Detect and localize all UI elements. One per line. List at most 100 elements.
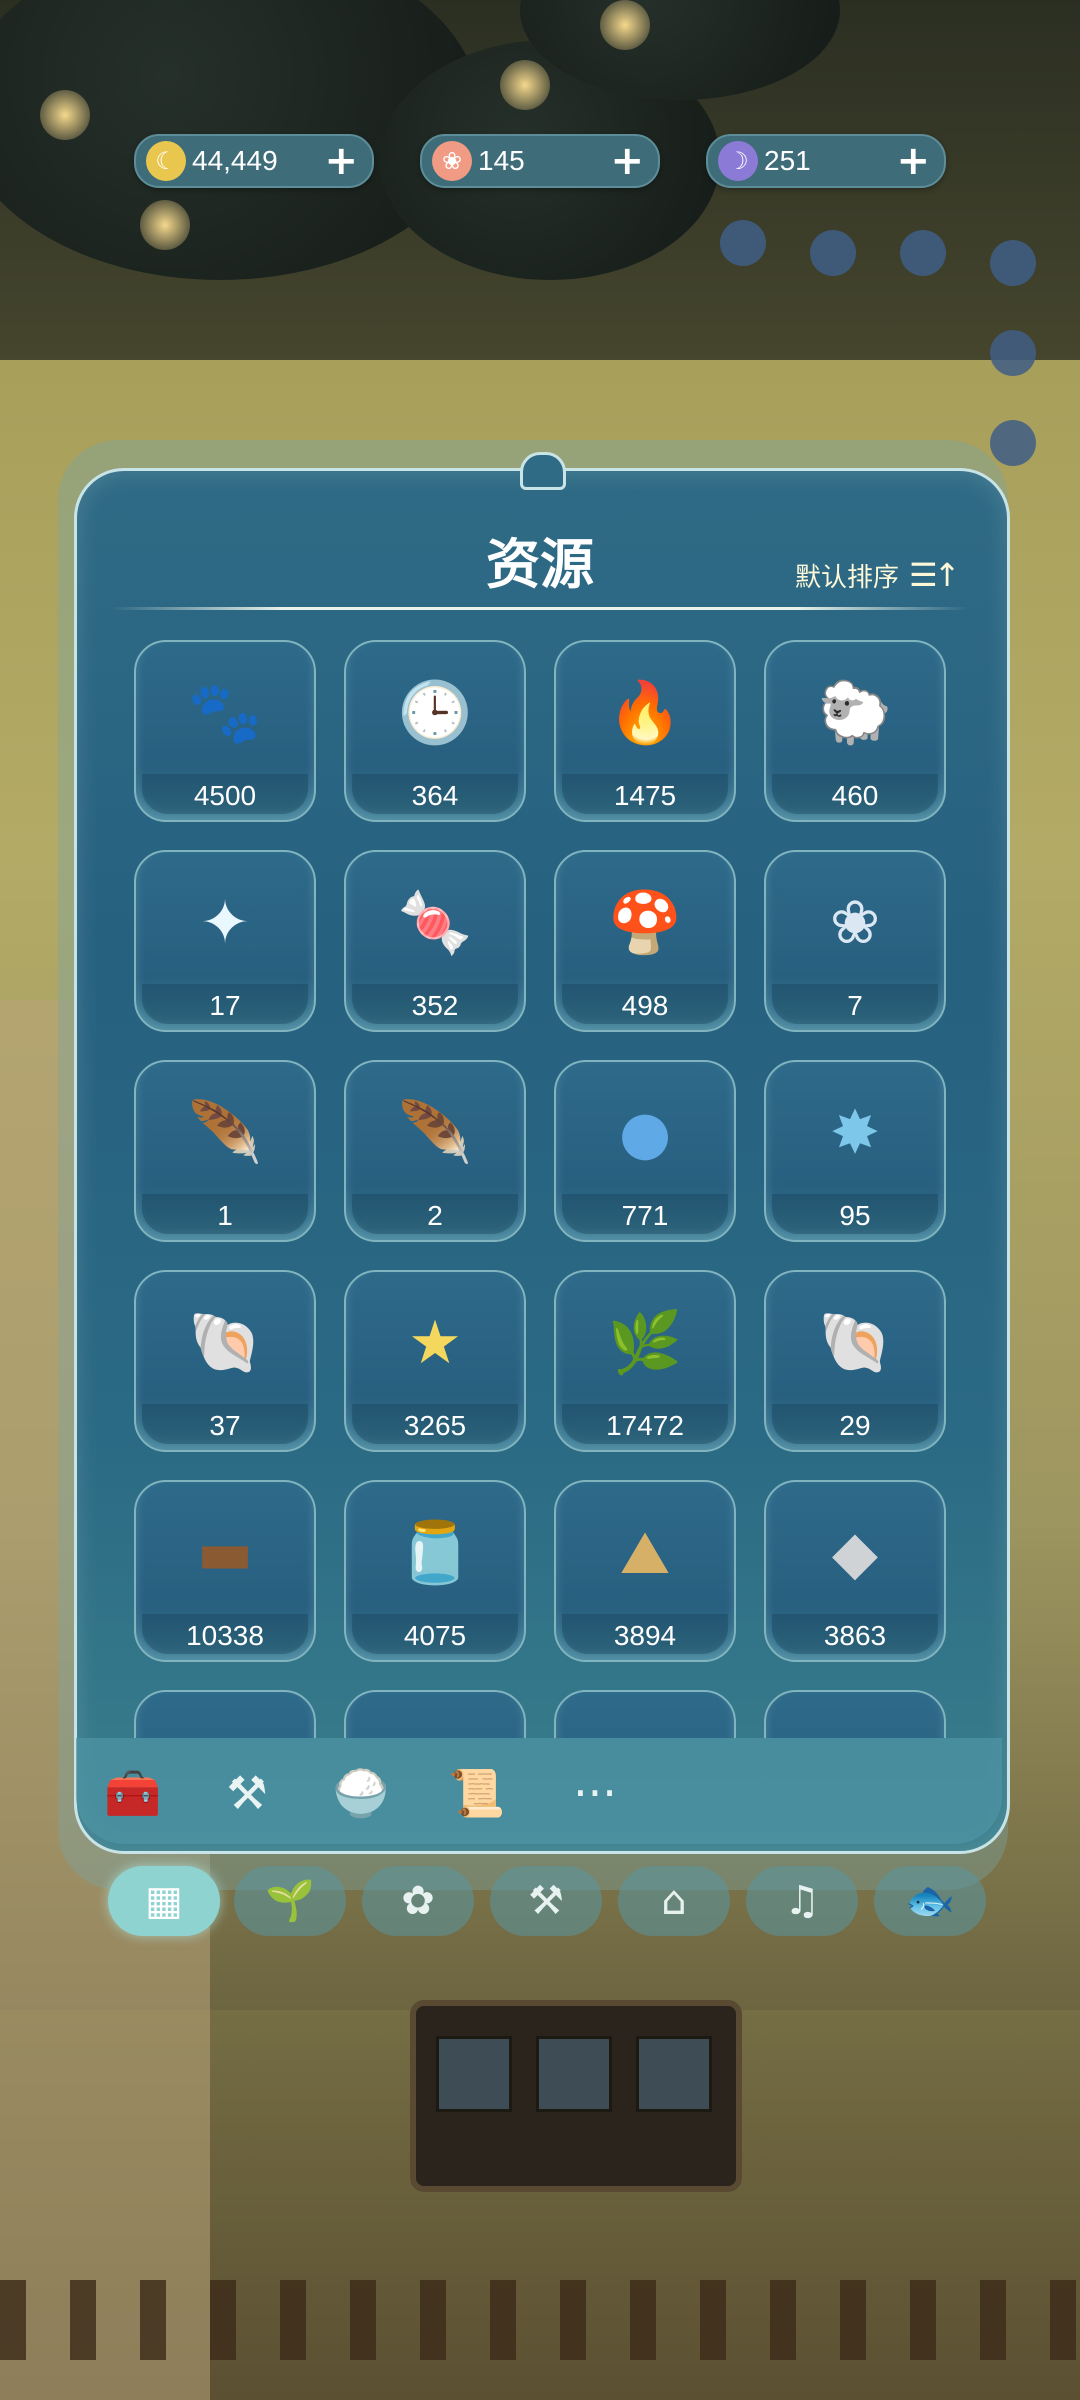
- crystal-flower-icon: ❀: [829, 888, 881, 958]
- more-icon[interactable]: ···: [560, 1758, 630, 1828]
- resource-slot-partial[interactable]: [554, 1690, 736, 1738]
- background-flower: [990, 240, 1036, 286]
- grass-bundle-icon: 🌿: [607, 1308, 683, 1378]
- wood-log-icon: ▬: [196, 1518, 254, 1588]
- resource-slot[interactable]: 🐾 4500: [134, 640, 316, 822]
- tab-fish-plant[interactable]: 🐟: [874, 1866, 986, 1936]
- food-bowl-icon[interactable]: 🍚: [326, 1758, 396, 1828]
- pocket-watch-icon: 🕒: [397, 678, 473, 748]
- resource-slot[interactable]: 🪶 2: [344, 1060, 526, 1242]
- resource-slot[interactable]: 🍬 352: [344, 850, 526, 1032]
- resource-slot[interactable]: ▬ 10338: [134, 1480, 316, 1662]
- blue-feather-icon: 🪶: [397, 1098, 473, 1168]
- resource-slot-partial[interactable]: [344, 1690, 526, 1738]
- toolbox-icon[interactable]: 🧰: [98, 1758, 168, 1828]
- resource-slot[interactable]: ✸ 95: [764, 1060, 946, 1242]
- background-flower: [990, 420, 1036, 466]
- resource-count: 17: [209, 990, 241, 1021]
- hanger-icon: ⌂: [661, 1878, 687, 1924]
- resource-count: 4500: [193, 780, 257, 811]
- scroll-icon[interactable]: 📜: [442, 1758, 512, 1828]
- currency-value: 145: [478, 145, 525, 176]
- resource-slot[interactable]: 🍄 498: [554, 850, 736, 1032]
- purple-flame-icon: 🔥: [607, 678, 683, 748]
- resource-slot-partial[interactable]: [134, 1690, 316, 1738]
- yellow-star-icon: ★: [408, 1308, 462, 1378]
- add-currency-button[interactable]: +: [896, 141, 930, 181]
- resource-count: 17472: [606, 1410, 684, 1441]
- music-icon: ♫: [784, 1878, 820, 1924]
- resource-slot[interactable]: ★ 3265: [344, 1270, 526, 1452]
- resource-slot[interactable]: 🪶 1: [134, 1060, 316, 1242]
- sort-label: 默认排序: [795, 562, 900, 593]
- sheep-icon: 🐑: [817, 678, 893, 748]
- crescent-moon-icon: ☽: [718, 141, 758, 181]
- resource-count: 29: [839, 1410, 871, 1441]
- currency-value: 251: [764, 145, 811, 176]
- currency-moon-coin: ☾ 44,449 +: [134, 134, 374, 188]
- paw-icon: 🐾: [187, 678, 263, 748]
- resource-count: 7: [847, 990, 863, 1021]
- resource-count: 352: [411, 990, 459, 1021]
- resource-count: 3265: [403, 1410, 467, 1441]
- green-feather-icon: 🪶: [187, 1098, 263, 1168]
- spark-tool-icon[interactable]: ⚒: [212, 1758, 282, 1828]
- glowing-orb-icon: ✦: [199, 888, 251, 958]
- resource-count: 1475: [613, 780, 677, 811]
- tab-sprout[interactable]: 🌱: [234, 1866, 346, 1936]
- sort-button[interactable]: 默认排序 ☰↑: [795, 556, 960, 594]
- resource-count: 771: [621, 1200, 669, 1231]
- resource-count: 95: [839, 1200, 871, 1231]
- pink-flower-icon: ❀: [432, 141, 472, 181]
- resource-count: 37: [209, 1410, 241, 1441]
- tab-grid[interactable]: ▦: [108, 1866, 220, 1936]
- currency-flower: ❀ 145 +: [420, 134, 660, 188]
- add-currency-button[interactable]: +: [610, 141, 644, 181]
- resource-slot[interactable]: ✦ 17: [134, 850, 316, 1032]
- title-divider: [112, 607, 968, 610]
- flower-icon: ✿: [401, 1878, 435, 1924]
- resource-slot[interactable]: 🐚 37: [134, 1270, 316, 1452]
- add-currency-button[interactable]: +: [324, 141, 358, 181]
- background-flower: [720, 220, 766, 266]
- resource-slot[interactable]: 🌿 17472: [554, 1270, 736, 1452]
- tab-music[interactable]: ♫: [746, 1866, 858, 1936]
- background-flower: [900, 230, 946, 276]
- resource-count: 10338: [186, 1620, 264, 1651]
- pearl-clam-icon: 🐚: [817, 1308, 893, 1378]
- sand-pile-icon: ⛰: [619, 1518, 671, 1588]
- resource-count: 498: [621, 990, 669, 1021]
- resource-slot[interactable]: ⛰ 3894: [554, 1480, 736, 1662]
- sort-icon: ☰↑: [909, 556, 960, 594]
- resource-slot[interactable]: 🐑 460: [764, 640, 946, 822]
- background-light: [40, 90, 90, 140]
- resource-count: 3894: [613, 1620, 677, 1651]
- tab-hanger[interactable]: ⌂: [618, 1866, 730, 1936]
- tab-workbench[interactable]: ⚒: [490, 1866, 602, 1936]
- resource-slot-partial[interactable]: [764, 1690, 946, 1738]
- resource-slot[interactable]: 🫙 4075: [344, 1480, 526, 1662]
- resource-slot[interactable]: ● 771: [554, 1060, 736, 1242]
- resource-slot[interactable]: 🐚 29: [764, 1270, 946, 1452]
- background-light: [600, 0, 650, 50]
- resource-count: 364: [411, 780, 459, 811]
- background-light: [140, 200, 190, 250]
- resource-slot[interactable]: ◆ 3863: [764, 1480, 946, 1662]
- background-flower: [810, 230, 856, 276]
- blue-slime-icon: ●: [618, 1098, 672, 1168]
- tab-flower[interactable]: ✿: [362, 1866, 474, 1936]
- background-cabin: [410, 2000, 742, 2192]
- background-light: [500, 60, 550, 110]
- resource-slot[interactable]: 🕒 364: [344, 640, 526, 822]
- sprout-icon: 🌱: [265, 1878, 315, 1924]
- resource-slot[interactable]: ❀ 7: [764, 850, 946, 1032]
- currency-value: 44,449: [192, 145, 278, 176]
- fish-plant-icon: 🐟: [905, 1878, 955, 1924]
- currency-moon: ☽ 251 +: [706, 134, 946, 188]
- background-fence: [0, 2280, 1080, 2360]
- workbench-icon: ⚒: [528, 1878, 564, 1924]
- firefly-jar-icon: 🫙: [397, 1518, 473, 1588]
- background-flower: [990, 330, 1036, 376]
- grid-icon: ▦: [145, 1878, 183, 1924]
- resource-slot[interactable]: 🔥 1475: [554, 640, 736, 822]
